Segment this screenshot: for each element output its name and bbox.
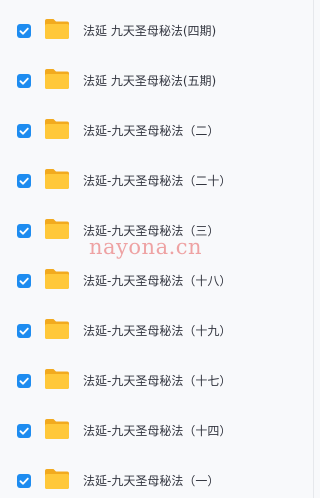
checkmark-icon [19, 77, 29, 85]
checkbox[interactable] [17, 174, 31, 188]
list-item[interactable]: 法延-九天圣母秘法（十七） [0, 356, 313, 406]
checkbox[interactable] [17, 24, 31, 38]
list-item[interactable]: 法延-九天圣母秘法（十四） [0, 406, 313, 456]
watermark: nayona.cn [89, 235, 203, 259]
list-item[interactable]: 法延-九天圣母秘法（一） [0, 456, 313, 498]
list-item[interactable]: 法延 九天圣母秘法(四期) [0, 6, 313, 56]
folder-name[interactable]: 法延-九天圣母秘法（十八） [83, 272, 231, 290]
file-list-panel: 法延 九天圣母秘法(四期) 法延 九天圣母秘法(五期) 法延-九天圣母秘法（二） [0, 0, 315, 498]
checkmark-icon [19, 177, 29, 185]
folder-icon [44, 168, 70, 190]
checkbox[interactable] [17, 74, 31, 88]
checkmark-icon [19, 227, 29, 235]
checkmark-icon [19, 327, 29, 335]
folder-name[interactable]: 法延-九天圣母秘法（十九） [83, 322, 231, 340]
folder-name[interactable]: 法延-九天圣母秘法（一） [83, 472, 219, 490]
folder-icon [44, 68, 70, 90]
folder-icon [44, 218, 70, 240]
folder-icon [44, 468, 70, 490]
list-item[interactable]: 法延-九天圣母秘法（二十） [0, 156, 313, 206]
checkbox[interactable] [17, 474, 31, 488]
folder-name[interactable]: 法延-九天圣母秘法（二十） [83, 172, 231, 190]
folder-icon [44, 318, 70, 340]
folder-icon [44, 18, 70, 40]
folder-name[interactable]: 法延-九天圣母秘法（十七） [83, 372, 231, 390]
checkmark-icon [19, 127, 29, 135]
folder-name[interactable]: 法延 九天圣母秘法(五期) [83, 72, 216, 90]
folder-name[interactable]: 法延-九天圣母秘法（十四） [83, 422, 231, 440]
list-item[interactable]: 法延-九天圣母秘法（十八） [0, 256, 313, 306]
list-item[interactable]: 法延-九天圣母秘法（十九） [0, 306, 313, 356]
checkbox[interactable] [17, 274, 31, 288]
checkmark-icon [19, 27, 29, 35]
folder-icon [44, 418, 70, 440]
checkbox[interactable] [17, 224, 31, 238]
folder-icon [44, 368, 70, 390]
list-item[interactable]: 法延 九天圣母秘法(五期) [0, 56, 313, 106]
folder-icon [44, 118, 70, 140]
folder-name[interactable]: 法延-九天圣母秘法（二） [83, 122, 219, 140]
checkmark-icon [19, 277, 29, 285]
checkbox[interactable] [17, 124, 31, 138]
checkbox[interactable] [17, 374, 31, 388]
checkmark-icon [19, 377, 29, 385]
checkmark-icon [19, 477, 29, 485]
checkbox[interactable] [17, 424, 31, 438]
checkmark-icon [19, 427, 29, 435]
list-item[interactable]: 法延-九天圣母秘法（二） [0, 106, 313, 156]
checkbox[interactable] [17, 324, 31, 338]
folder-name[interactable]: 法延 九天圣母秘法(四期) [83, 22, 216, 40]
folder-icon [44, 268, 70, 290]
panel-divider [313, 0, 314, 498]
